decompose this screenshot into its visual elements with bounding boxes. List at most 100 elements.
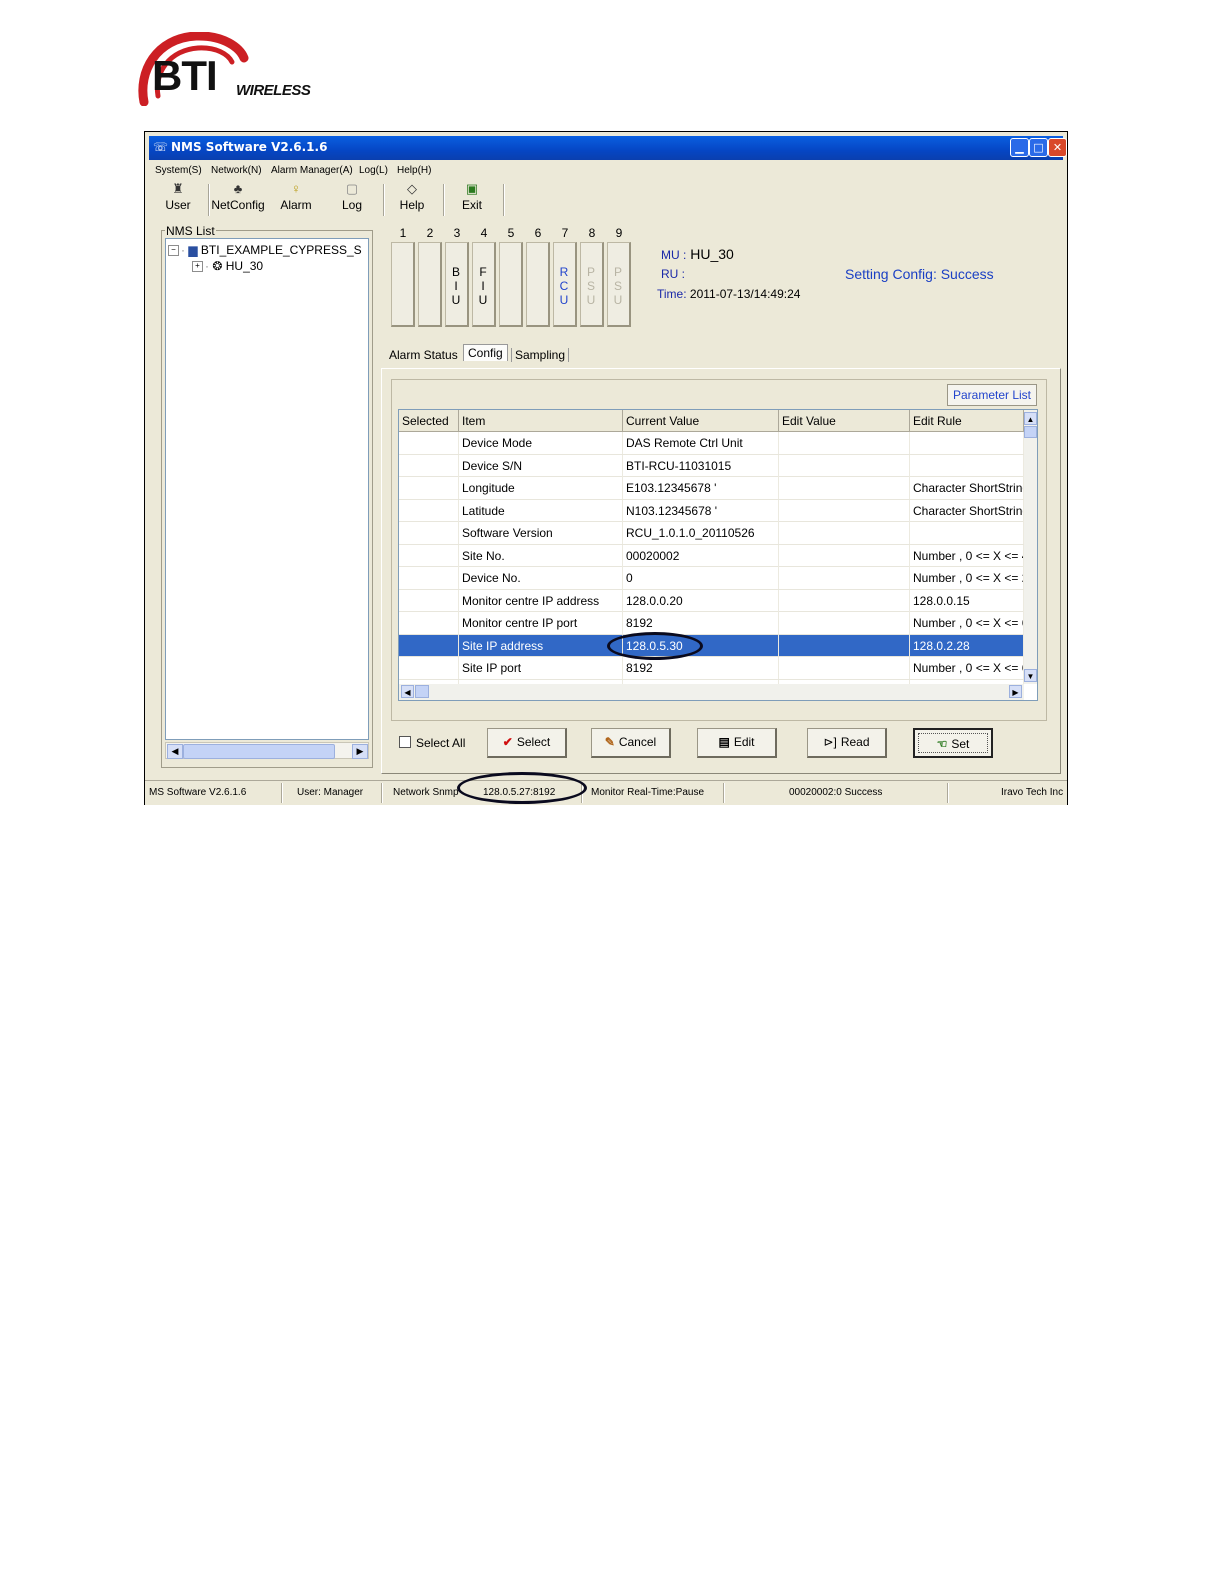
- collapse-icon[interactable]: −: [168, 245, 179, 257]
- scroll-left-icon[interactable]: ◀: [167, 744, 183, 759]
- slot-letter: F: [479, 265, 487, 279]
- scroll-thumb[interactable]: [1024, 426, 1037, 438]
- parameter-list-button[interactable]: Parameter List: [947, 384, 1037, 406]
- slot-2[interactable]: [418, 242, 442, 327]
- cell-edit-value: [779, 499, 910, 522]
- user-icon: ♜: [172, 181, 184, 196]
- slot-6[interactable]: [526, 242, 550, 327]
- scroll-up-icon[interactable]: ▲: [1024, 412, 1037, 425]
- read-button-label: Read: [840, 735, 870, 749]
- scroll-down-icon[interactable]: ▼: [1024, 669, 1037, 682]
- ru-info: RU :: [661, 266, 685, 281]
- cell-edit-value: [779, 657, 910, 679]
- scroll-thumb[interactable]: [415, 685, 429, 698]
- cell-edit-rule: 128.0.0.15: [910, 589, 1024, 612]
- column-header-edit-rule[interactable]: Edit Rule: [910, 410, 1024, 432]
- tree-node-site[interactable]: − · ▆ BTI_EXAMPLE_CYPRESS_S: [168, 243, 362, 257]
- slot-number: 2: [426, 226, 434, 240]
- column-header-current-value[interactable]: Current Value: [623, 410, 779, 432]
- minimize-button[interactable]: ▁: [1010, 138, 1029, 157]
- status-network: Network Snmp: [393, 787, 459, 798]
- table-row[interactable]: Monitor centre IP port 8192 Number , 0 <= …: [399, 612, 1024, 635]
- toolbar-help-button[interactable]: ◇ Help: [387, 180, 437, 220]
- select-button[interactable]: ✔ Select: [487, 728, 567, 758]
- select-all-checkbox[interactable]: Select All: [399, 736, 465, 750]
- tab-alarm-status[interactable]: Alarm Status: [389, 348, 458, 362]
- table-row[interactable]: Longitude E103.12345678 ' Character ShortS…: [399, 477, 1024, 500]
- nms-window: ☏ NMS Software V2.6.1.6 ▁ □ ✕ System(S) …: [144, 131, 1068, 805]
- nms-tree[interactable]: − · ▆ BTI_EXAMPLE_CYPRESS_S + · ❂ HU_30: [165, 238, 369, 740]
- menu-alarm-manager[interactable]: Alarm Manager(A): [271, 165, 353, 176]
- table-row[interactable]: Device S/N BTI-RCU-11031015: [399, 454, 1024, 477]
- cell-edit-rule: 128.0.2.28: [910, 634, 1024, 657]
- cell-current-value: DAS Remote Ctrl Unit: [623, 432, 779, 454]
- slot-9-psu[interactable]: P S U: [607, 242, 631, 327]
- column-header-edit-value[interactable]: Edit Value: [779, 410, 910, 432]
- set-button[interactable]: ☜ Set: [913, 728, 993, 758]
- cell-edit-value: [779, 567, 910, 589]
- cell-edit-value: [779, 432, 910, 454]
- tree-node-device[interactable]: + · ❂ HU_30: [192, 259, 263, 273]
- toolbar-exit-button[interactable]: ▣ Exit: [447, 180, 497, 220]
- status-company: Iravo Tech Inc: [1001, 787, 1064, 798]
- table-horizontal-scrollbar[interactable]: ◀ ▶: [399, 684, 1024, 700]
- expand-icon[interactable]: +: [192, 261, 203, 273]
- menu-log[interactable]: Log(L): [359, 165, 388, 176]
- set-button-label: Set: [951, 737, 970, 751]
- table-row[interactable]: Site IP port 8192 Number , 0 <= X <= 6: [399, 657, 1024, 680]
- slot-number: 7: [561, 226, 569, 240]
- table-vertical-scrollbar[interactable]: ▲ ▼: [1024, 410, 1037, 684]
- cell-current-value: RCU_1.0.1.0_20110526: [623, 522, 779, 544]
- read-button[interactable]: ⊳] Read: [807, 728, 887, 758]
- table-row[interactable]: Site IP address 128.0.5.30 128.0.2.28: [399, 634, 1024, 657]
- checkbox-icon[interactable]: [399, 736, 411, 748]
- toolbar-netconfig-button[interactable]: ♣ NetConfig: [207, 180, 269, 220]
- table-row[interactable]: Monitor centre IP address 128.0.0.20 128.0…: [399, 589, 1024, 612]
- column-header-selected[interactable]: Selected: [399, 410, 459, 432]
- table-row[interactable]: Latitude N103.12345678 ' Character ShortSt…: [399, 499, 1024, 522]
- menu-system[interactable]: System(S): [155, 165, 202, 176]
- tree-horizontal-scrollbar[interactable]: ◀ ▶: [165, 742, 369, 759]
- slot-7-rcu[interactable]: R C U: [553, 242, 577, 327]
- toolbar-user-button[interactable]: ♜ User: [153, 180, 203, 220]
- scroll-thumb[interactable]: [183, 744, 335, 759]
- slot-letter: U: [586, 293, 596, 307]
- config-table: Selected Item Current Value Edit Value E…: [398, 409, 1038, 701]
- slot-letter: U: [451, 293, 461, 307]
- status-separator: [281, 783, 283, 803]
- slot-5[interactable]: [499, 242, 523, 327]
- table-row[interactable]: Software Version RCU_1.0.1.0_20110526: [399, 522, 1024, 545]
- mu-value: HU_30: [690, 246, 734, 262]
- maximize-button[interactable]: □: [1029, 138, 1048, 157]
- logo-brand-text: BTI: [152, 52, 218, 99]
- slot-3-biu[interactable]: B I U: [445, 242, 469, 327]
- menu-network[interactable]: Network(N): [211, 165, 262, 176]
- column-header-item[interactable]: Item: [459, 410, 623, 432]
- title-bar[interactable]: ☏ NMS Software V2.6.1.6 ▁ □ ✕: [149, 136, 1067, 160]
- toolbar-alarm-button[interactable]: ♀ Alarm: [271, 180, 321, 220]
- slot-letter: C: [559, 279, 569, 293]
- select-all-label: Select All: [416, 736, 466, 750]
- table-row[interactable]: Device No. 0 Number , 0 <= X <= 2: [399, 567, 1024, 590]
- edit-button[interactable]: ▤ Edit: [697, 728, 777, 758]
- scroll-left-icon[interactable]: ◀: [401, 685, 414, 698]
- slot-4-fiu[interactable]: F I U: [472, 242, 496, 327]
- cell-edit-rule: Number , 0 <= X <= 2: [910, 567, 1024, 589]
- tab-sampling[interactable]: Sampling: [511, 348, 570, 362]
- menu-help[interactable]: Help(H): [397, 165, 431, 176]
- scroll-right-icon[interactable]: ▶: [352, 744, 368, 759]
- close-button[interactable]: ✕: [1048, 138, 1067, 157]
- cell-current-value: 8192: [623, 657, 779, 679]
- tab-config[interactable]: Config: [463, 344, 508, 361]
- scroll-right-icon[interactable]: ▶: [1009, 685, 1022, 698]
- table-row[interactable]: Site No. 00020002 Number , 0 <= X <= 4: [399, 544, 1024, 567]
- table-row[interactable]: Device Mode DAS Remote Ctrl Unit: [399, 432, 1024, 455]
- slot-8-psu[interactable]: P S U: [580, 242, 604, 327]
- cell-item: Latitude: [459, 499, 623, 522]
- slot-1[interactable]: [391, 242, 415, 327]
- time-key: Time:: [657, 287, 687, 301]
- toolbar-log-button[interactable]: ▢ Log: [327, 180, 377, 220]
- cell-selected: [399, 657, 459, 679]
- cancel-button[interactable]: ✎ Cancel: [591, 728, 671, 758]
- cell-edit-value: [779, 544, 910, 567]
